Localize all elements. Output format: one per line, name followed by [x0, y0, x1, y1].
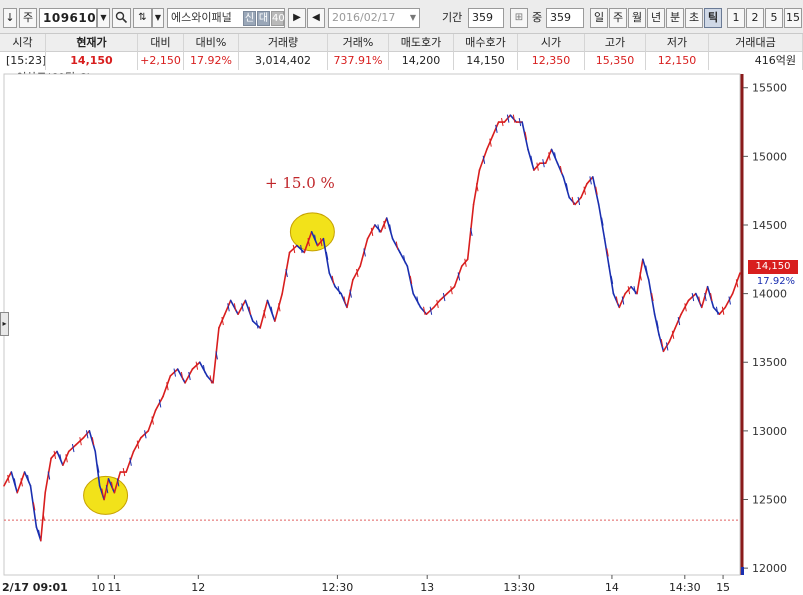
badge-new: 신 — [243, 11, 256, 26]
quote-value: 12,150 — [646, 52, 709, 70]
x-tick-label: 10 — [91, 581, 105, 594]
overlap-label: 중 — [532, 11, 543, 24]
quote-header: 거래량 — [239, 34, 328, 52]
y-tick-label: 12500 — [752, 494, 787, 507]
quote-value: 3,014,402 — [239, 52, 328, 70]
period-tab-9[interactable]: 5 — [765, 8, 783, 28]
quote-header: 현재가 — [46, 34, 138, 52]
period-tab-0[interactable]: 일 — [590, 8, 608, 28]
code-dropdown-icon[interactable]: ▼ — [97, 8, 110, 28]
quote-header: 거래대금 — [709, 34, 803, 52]
quote-header: 시가 — [518, 34, 585, 52]
quote-value: 416억원 — [709, 52, 803, 70]
y-tick-label: 15000 — [752, 150, 787, 163]
magnifier-icon[interactable] — [112, 8, 131, 28]
quote-header: 저가 — [646, 34, 709, 52]
date-input[interactable]: 2016/02/17 ▼ — [328, 8, 420, 28]
date-value: 2016/02/17 — [332, 11, 396, 24]
play-back-button[interactable]: ◀ — [307, 8, 325, 28]
period-tab-4[interactable]: 분 — [666, 8, 684, 28]
period-label: 기간 — [442, 11, 463, 24]
side-panel-toggle-icon[interactable]: ▸ — [0, 312, 9, 336]
sort-icon[interactable]: ⇅ — [133, 8, 152, 28]
period-tab-1[interactable]: 주 — [609, 8, 627, 28]
y-tick-label: 12000 — [752, 562, 787, 575]
y-tick-label: 13500 — [752, 356, 787, 369]
period-tab-10[interactable]: 15 — [784, 8, 802, 28]
quote-value: 14,150 — [454, 52, 518, 70]
type-selector[interactable]: 주 — [19, 8, 37, 28]
stock-code-input[interactable]: 109610 — [39, 8, 97, 28]
tick-chart[interactable]: 12000 12500 13000 13500 14000 14500 15000 15500… — [0, 70, 803, 595]
quote-header: 대비% — [184, 34, 239, 52]
quote-header: 대비 — [138, 34, 184, 52]
badge-margin: 40 — [271, 11, 285, 26]
period-tab-6[interactable]: 틱 — [704, 8, 722, 28]
stock-name: 에스와이패널 — [171, 11, 232, 24]
quote-value: 14,200 — [389, 52, 454, 70]
period-input[interactable]: 359 — [468, 8, 504, 28]
chart-toolbar: ↓ 주 109610 ▼ ⇅ ▼ 에스와이패널 신 대 40 ▶ ◀ 2016/… — [0, 0, 803, 34]
x-tick-label: 15 — [716, 581, 730, 594]
quote-value: [15:23] — [0, 52, 46, 70]
period-tab-2[interactable]: 월 — [628, 8, 646, 28]
date-dropdown-icon[interactable]: ▼ — [410, 9, 416, 27]
x-tick-label: 12:30 — [322, 581, 354, 594]
quote-value: 14,150 — [46, 52, 138, 70]
y-tick-label: 15500 — [752, 82, 787, 95]
play-forward-button[interactable]: ▶ — [288, 8, 306, 28]
x-tick-label: 13 — [420, 581, 434, 594]
x-tick-label: 11 — [107, 581, 121, 594]
quote-value: 17.92% — [184, 52, 239, 70]
menu-arrow-button[interactable]: ↓ — [3, 8, 17, 28]
quote-header: 시각 — [0, 34, 46, 52]
overlap-input[interactable]: 359 — [546, 8, 584, 28]
link-icon[interactable]: ⊞ — [510, 8, 528, 28]
x-tick-label: 14:30 — [669, 581, 701, 594]
period-tab-7[interactable]: 1 — [727, 8, 745, 28]
gain-annotation: + 15.0 % — [265, 174, 335, 192]
y-tick-label: 14000 — [752, 288, 787, 301]
period-tab-3[interactable]: 년 — [647, 8, 665, 28]
period-tab-8[interactable]: 2 — [746, 8, 764, 28]
quote-value: 15,350 — [585, 52, 646, 70]
quote-table: 시각 [15:23] 현재가 14,150 대비 +2,150 대비% 17.92% 거래량 3,… — [0, 34, 803, 70]
current-price-tag: 14,150 — [748, 260, 798, 274]
badge-loan: 대 — [257, 11, 270, 26]
quote-header: 고가 — [585, 34, 646, 52]
period-tab-5[interactable]: 초 — [685, 8, 703, 28]
x-tick-label: 12 — [191, 581, 205, 594]
quote-value: 12,350 — [518, 52, 585, 70]
y-tick-label: 13000 — [752, 425, 787, 438]
quote-value: 737.91% — [328, 52, 389, 70]
sort-dropdown-icon[interactable]: ▼ — [152, 8, 164, 28]
y-tick-label: 14500 — [752, 219, 787, 232]
quote-header: 거래% — [328, 34, 389, 52]
y-axis-bottom-marker — [741, 567, 744, 575]
x-tick-label: 14 — [605, 581, 619, 594]
x-tick-label: 13:30 — [503, 581, 535, 594]
quote-value: +2,150 — [138, 52, 184, 70]
quote-header: 매도호가 — [389, 34, 454, 52]
x-tick-label: 2/17 09:01 — [2, 581, 68, 594]
current-pct-tag: 17.92% — [753, 275, 799, 289]
quote-header: 매수호가 — [454, 34, 518, 52]
